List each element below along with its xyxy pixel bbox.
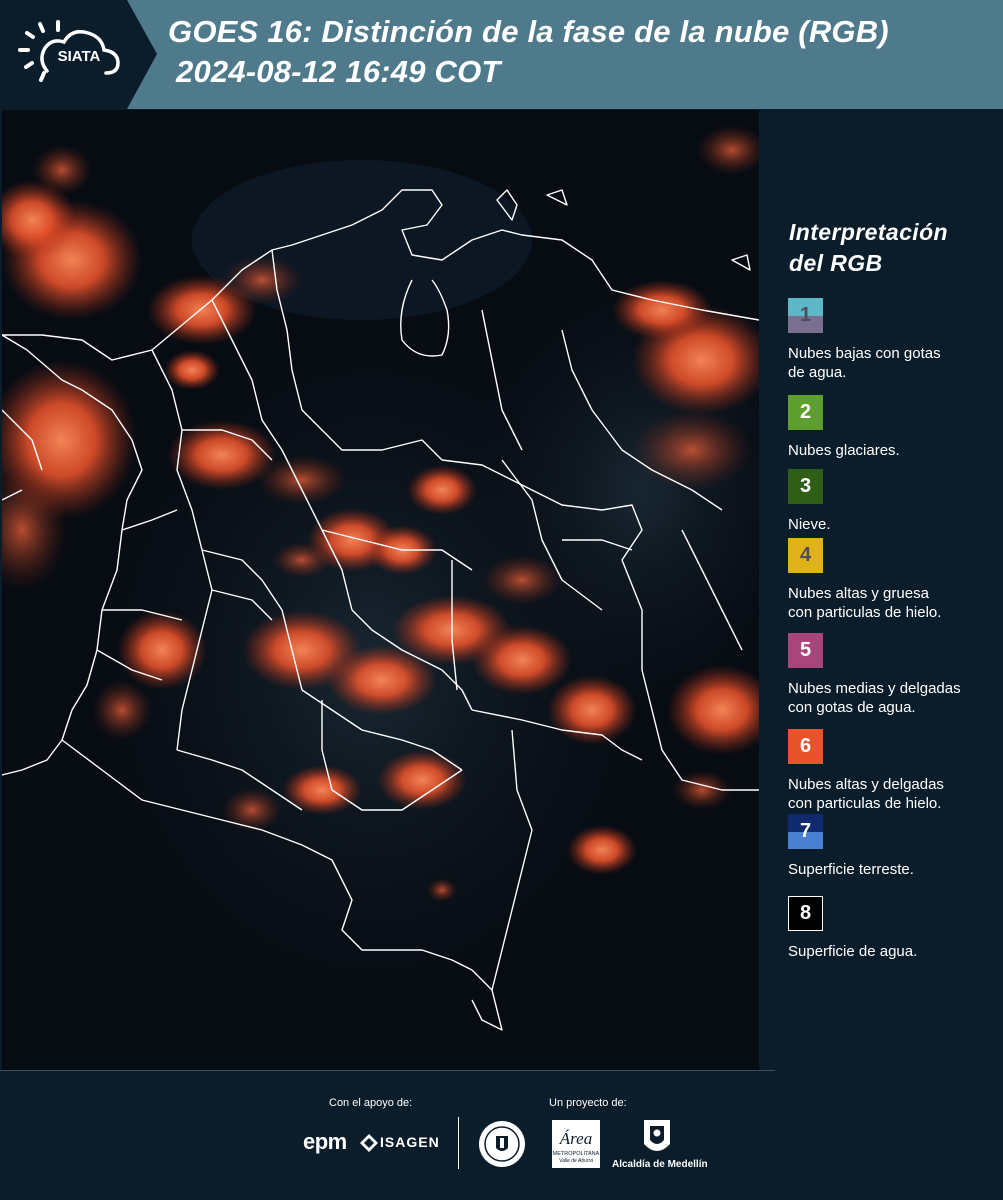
legend-label-7: Superficie terreste.: [788, 861, 914, 878]
seal-icon: [479, 1121, 525, 1167]
legend-number: 4: [799, 544, 812, 566]
legend-label-5: Nubes medias y delgadas con gotas de agua…: [788, 680, 961, 716]
legend-swatch-4: 4: [788, 538, 823, 573]
legend-number: 8: [799, 902, 812, 924]
legend-label-8: Superficie de agua.: [788, 943, 918, 960]
legend-title: Interpretación del RGB: [789, 219, 948, 276]
alcaldia-shield-icon: [644, 1120, 670, 1151]
legend-number: 3: [799, 475, 812, 497]
legend-swatch-7: 7: [788, 814, 823, 849]
legend-label-4: Nubes altas y gruesa con particulas de hi…: [788, 585, 942, 621]
legend-number: 7: [799, 820, 812, 842]
siata-logo-text: SIATA: [58, 48, 101, 65]
isagen-logo: ISAGEN: [380, 1134, 440, 1150]
legend-number: 6: [799, 735, 812, 757]
legend-number: 2: [799, 401, 812, 423]
area-metropolitana-logo: Área METROPOLITANA Valle de Aburrá: [552, 1120, 600, 1168]
page-title: GOES 16: Distinción de la fase de la nub…: [168, 14, 889, 49]
header-bar: SIATA GOES 16: Distinción de la fase de …: [0, 0, 1003, 109]
rgb-satellite-image: [0, 110, 822, 1070]
legend-swatch-2: 2: [788, 395, 823, 430]
legend-swatch-6: 6: [788, 729, 823, 764]
legend-label-1: Nubes bajas con gotas de agua.: [788, 345, 941, 381]
footer: Con el apoyo de: Un proyecto de: epm ISA…: [0, 1070, 1003, 1200]
legend-swatch-1: 1: [788, 298, 823, 333]
legend-label-2: Nubes glaciares.: [788, 442, 900, 459]
project-caption: Un proyecto de:: [549, 1097, 627, 1109]
support-caption: Con el apoyo de:: [329, 1097, 413, 1109]
legend-label-3: Nieve.: [788, 516, 831, 533]
legend-number: 5: [799, 639, 812, 661]
legend-swatch-5: 5: [788, 633, 823, 668]
siata-logo-plate: SIATA: [0, 0, 157, 109]
epm-logo: epm: [303, 1129, 347, 1154]
legend-swatch-3: 3: [788, 469, 823, 504]
legend-label-6: Nubes altas y delgadas con particulas de …: [788, 776, 944, 812]
alcaldia-logo-text: Alcaldía de Medellín: [612, 1159, 708, 1170]
isagen-logo-icon: [360, 1134, 378, 1152]
legend-number: 1: [799, 304, 812, 326]
legend-swatch-8: 8: [788, 896, 823, 931]
footer-divider: [0, 1070, 775, 1071]
timestamp: 2024-08-12 16:49 COT: [176, 54, 501, 89]
legend-panel: Interpretación del RGB 1 Nubes bajas con …: [760, 110, 1003, 1070]
satellite-map: [0, 110, 822, 1070]
footer-separator: [458, 1117, 459, 1169]
